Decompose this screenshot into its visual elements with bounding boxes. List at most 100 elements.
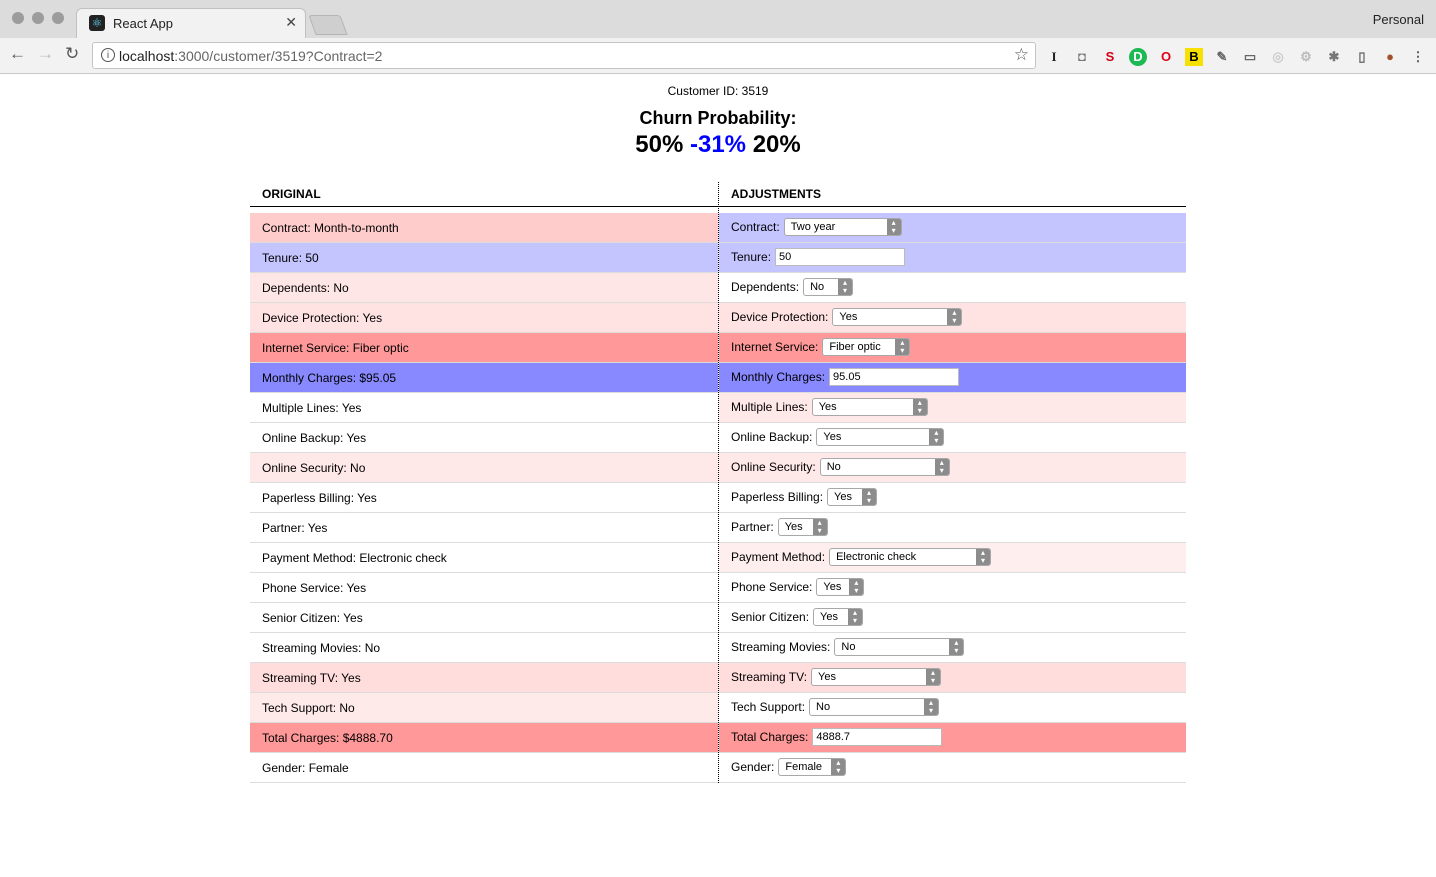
churn-original: 50% (635, 131, 684, 158)
select-arrows-icon: ▴ ▾ (912, 399, 927, 415)
url-text[interactable]: localhost:3000/customer/3519?Contract=2 (119, 48, 382, 64)
profile-button[interactable]: Personal (1373, 12, 1424, 27)
streaming-tv-select[interactable]: Yes ▴ ▾ (811, 668, 942, 686)
maximize-window-button[interactable] (52, 12, 64, 24)
original-cell: Device Protection: Yes (250, 303, 718, 332)
select-arrows-icon: ▴ ▾ (976, 549, 991, 565)
pin-icon[interactable]: ✎ (1213, 48, 1231, 66)
multiple-lines-label: Multiple Lines: (731, 400, 808, 414)
streaming-movies-selected-value: No (841, 641, 856, 653)
tenure-label: Tenure: (731, 250, 772, 264)
back-icon[interactable]: ← (9, 44, 26, 64)
streaming-movies-select[interactable]: No ▴ ▾ (834, 638, 965, 656)
browser-titlebar: ⚛ React App ✕ Personal (0, 0, 1436, 38)
churn-probability-label: Churn Probability: (639, 108, 797, 128)
reload-icon[interactable]: ↻ (65, 44, 79, 64)
camera-icon[interactable]: ◘ (1073, 48, 1091, 66)
adjustment-cell: Tech Support: No ▴ ▾ (719, 693, 1186, 722)
select-arrows-icon: ▴ ▾ (838, 279, 853, 295)
tenure-input[interactable]: 50 (775, 248, 906, 266)
internet-service-select[interactable]: Fiber optic ▴ ▾ (822, 338, 911, 356)
close-window-button[interactable] (12, 12, 24, 24)
forward-icon[interactable]: → (37, 44, 54, 64)
phone-service-select[interactable]: Yes ▴ ▾ (816, 578, 865, 596)
device-protection-label: Device Protection: (731, 310, 829, 324)
menu-dots-icon[interactable]: ⋮ (1409, 48, 1427, 66)
original-cell: Online Backup: Yes (250, 423, 718, 452)
internet-service-selected-value: Fiber optic (829, 341, 881, 353)
adjustment-cell: Streaming TV: Yes ▴ ▾ (719, 663, 1186, 692)
online-backup-selected-value: Yes (823, 431, 842, 443)
select-arrows-icon: ▴ ▾ (895, 339, 910, 355)
minimize-window-button[interactable] (32, 12, 44, 24)
disabled-extension-icon[interactable]: ◎ (1269, 48, 1287, 66)
opera-icon[interactable]: O (1157, 48, 1175, 66)
original-cell: Streaming TV: Yes (250, 663, 718, 692)
original-cell: Phone Service: Yes (250, 573, 718, 602)
original-cell: Payment Method: Electronic check (250, 543, 718, 572)
bug-icon[interactable]: ✱ (1325, 48, 1343, 66)
adjustment-cell: Total Charges: 4888.7 (719, 723, 1186, 752)
original-dependents: Dependents: No (262, 281, 349, 295)
original-internet-service: Internet Service: Fiber optic (262, 341, 409, 355)
adjustment-cell: Payment Method: Electronic check ▴ ▾ (719, 543, 1186, 572)
churn-delta: -31% (689, 131, 747, 158)
monthly-charges-input[interactable]: 95.05 (829, 368, 960, 386)
paperless-billing-select[interactable]: Yes ▴ ▾ (827, 488, 878, 506)
online-security-selected-value: No (826, 461, 841, 473)
gear-icon[interactable]: ⚙ (1297, 48, 1315, 66)
payment-method-selected-value: Electronic check (836, 551, 917, 563)
partner-select[interactable]: Yes ▴ ▾ (777, 518, 828, 536)
original-monthly-charges: Monthly Charges: $95.05 (262, 371, 397, 385)
online-security-select[interactable]: No ▴ ▾ (819, 458, 950, 476)
browser-tab[interactable]: ⚛ React App ✕ (76, 8, 306, 38)
original-multiple-lines: Multiple Lines: Yes (262, 401, 362, 415)
select-arrows-icon: ▴ ▾ (812, 519, 827, 535)
original-cell: Paperless Billing: Yes (250, 483, 718, 512)
close-tab-icon[interactable]: ✕ (285, 14, 297, 31)
select-arrows-icon: ▴ ▾ (924, 699, 939, 715)
total-charges-label: Total Charges: (731, 730, 809, 744)
column-divider (718, 182, 719, 783)
contract-select[interactable]: Two year ▴ ▾ (783, 218, 902, 236)
partner-selected-value: Yes (784, 521, 803, 533)
original-tech-support: Tech Support: No (262, 701, 355, 715)
info-icon[interactable]: i (101, 48, 115, 62)
monthly-charges-label: Monthly Charges: (731, 370, 826, 384)
multiple-lines-select[interactable]: Yes ▴ ▾ (811, 398, 928, 416)
internet-service-label: Internet Service: (731, 340, 819, 354)
adjustment-cell: Monthly Charges: 95.05 (719, 363, 1186, 392)
original-online-security: Online Security: No (262, 461, 366, 475)
instapaper-icon[interactable]: I (1045, 48, 1063, 66)
panel-icon[interactable]: ▯ (1353, 48, 1371, 66)
churn-probability-values: 50% -31% 20% (0, 131, 1436, 159)
original-cell: Partner: Yes (250, 513, 718, 542)
adjustment-cell: Streaming Movies: No ▴ ▾ (719, 633, 1186, 662)
tech-support-select[interactable]: No ▴ ▾ (809, 698, 940, 716)
select-arrows-icon: ▴ ▾ (934, 459, 949, 475)
browser-toolbar: ← → ↻ i localhost:3000/customer/3519?Con… (0, 38, 1436, 74)
green-extension-icon[interactable]: D (1129, 48, 1147, 66)
online-backup-select[interactable]: Yes ▴ ▾ (816, 428, 945, 446)
adjustment-cell: Phone Service: Yes ▴ ▾ (719, 573, 1186, 602)
react-logo-icon: ⚛ (89, 15, 105, 31)
dependents-label: Dependents: (731, 280, 800, 294)
senior-citizen-label: Senior Citizen: (731, 610, 810, 624)
cookie-icon[interactable]: ● (1381, 48, 1399, 66)
senior-citizen-select[interactable]: Yes ▴ ▾ (813, 608, 864, 626)
select-arrows-icon: ▴ ▾ (862, 489, 877, 505)
adjustment-cell: Internet Service: Fiber optic ▴ ▾ (719, 333, 1186, 362)
payment-method-select[interactable]: Electronic check ▴ ▾ (829, 548, 992, 566)
device-protection-select[interactable]: Yes ▴ ▾ (832, 308, 963, 326)
b-extension-icon[interactable]: B (1185, 48, 1203, 66)
adjustment-cell: Tenure: 50 (719, 243, 1186, 272)
cast-icon[interactable]: ▭ (1241, 48, 1259, 66)
s-extension-icon[interactable]: S (1101, 48, 1119, 66)
new-tab-button[interactable] (308, 15, 348, 35)
bookmark-star-icon[interactable]: ☆ (1014, 45, 1029, 65)
gender-select[interactable]: Female ▴ ▾ (778, 758, 847, 776)
address-bar[interactable]: i localhost:3000/customer/3519?Contract=… (92, 42, 1036, 69)
adjustment-cell: Multiple Lines: Yes ▴ ▾ (719, 393, 1186, 422)
dependents-select[interactable]: No ▴ ▾ (803, 278, 854, 296)
total-charges-input[interactable]: 4888.7 (812, 728, 943, 746)
